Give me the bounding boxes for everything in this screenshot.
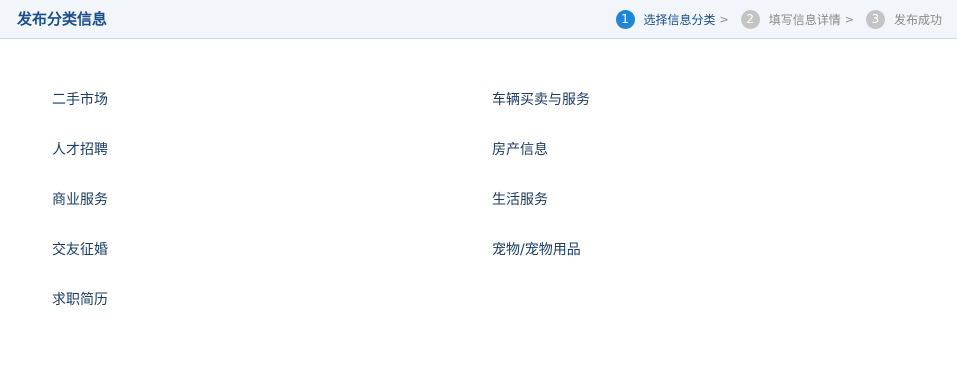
category-link-second-hand-market[interactable]: 二手市场 (52, 88, 492, 112)
category-link-real-estate[interactable]: 房产信息 (492, 138, 932, 162)
category-link-life-services[interactable]: 生活服务 (492, 188, 932, 212)
chevron-right-icon: > (844, 12, 854, 26)
step-number-1: 1 (615, 9, 635, 29)
step-fill-details: 2 填写信息详情 > (740, 9, 854, 29)
chevron-right-icon: > (719, 12, 729, 26)
step-label: 发布成功 (893, 12, 942, 27)
step-number-2: 2 (740, 9, 760, 29)
category-link-pets[interactable]: 宠物/宠物用品 (492, 238, 932, 262)
step-publish-success: 3 发布成功 (865, 9, 942, 29)
step-label: 填写信息详情 (768, 12, 841, 27)
category-link-recruitment[interactable]: 人才招聘 (52, 138, 492, 162)
step-number-3: 3 (865, 9, 885, 29)
category-link-resumes[interactable]: 求职简历 (52, 288, 492, 312)
header-bar: 发布分类信息 1 选择信息分类 > 2 填写信息详情 > 3 发布成功 (0, 0, 957, 39)
progress-steps: 1 选择信息分类 > 2 填写信息详情 > 3 发布成功 (615, 0, 942, 38)
category-link-business-services[interactable]: 商业服务 (52, 188, 492, 212)
page-title: 发布分类信息 (17, 10, 108, 28)
step-label: 选择信息分类 (643, 12, 716, 27)
category-link-dating[interactable]: 交友征婚 (52, 238, 492, 262)
category-link-vehicles[interactable]: 车辆买卖与服务 (492, 88, 932, 112)
category-list: 二手市场 车辆买卖与服务 人才招聘 房产信息 商业服务 生活服务 交友征婚 宠物… (52, 88, 932, 338)
step-select-category: 1 选择信息分类 > (615, 9, 729, 29)
